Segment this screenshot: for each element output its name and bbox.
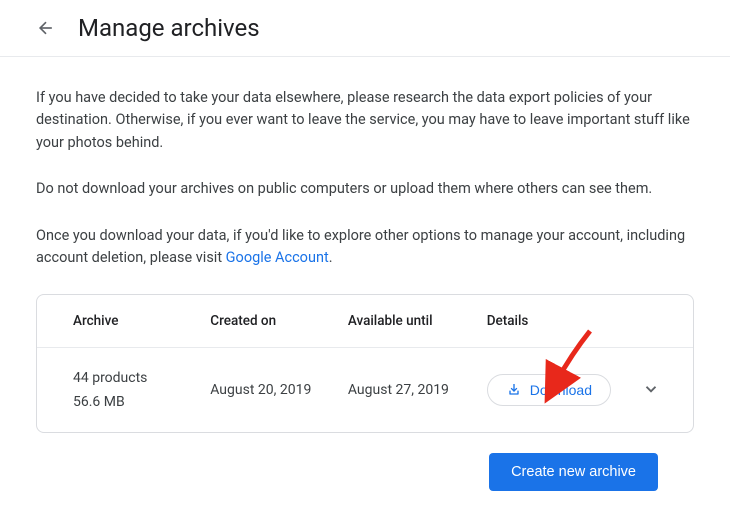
archive-created-on: August 20, 2019 [196,347,334,432]
archive-size: 56.6 MB [73,394,182,410]
col-header-available: Available until [334,295,473,348]
content-area: If you have decided to take your data el… [0,57,730,511]
col-header-created: Created on [196,295,334,348]
footer-actions: Create new archive [36,433,694,491]
chevron-down-icon [642,380,660,398]
google-account-link[interactable]: Google Account [226,249,329,266]
intro-p3-prefix: Once you download your data, if you'd li… [36,227,685,266]
back-button[interactable] [34,16,58,40]
expand-button[interactable] [639,377,663,401]
intro-paragraph-2: Do not download your archives on public … [36,178,694,200]
archive-row: 44 products 56.6 MB August 20, 2019 Augu… [37,347,693,432]
archive-cell-info: 44 products 56.6 MB [37,347,196,432]
download-label: Download [530,382,592,398]
col-header-details: Details [473,295,625,348]
intro-paragraph-1: If you have decided to take your data el… [36,87,694,154]
archive-list-box: Archive Created on Available until Detai… [36,294,694,433]
archive-details-cell: Download [473,347,625,432]
download-icon [506,382,522,398]
col-header-archive: Archive [37,295,196,348]
archive-table: Archive Created on Available until Detai… [37,295,693,432]
arrow-left-icon [36,18,56,38]
intro-paragraph-3: Once you download your data, if you'd li… [36,225,694,270]
archive-products: 44 products [73,370,182,386]
create-new-archive-button[interactable]: Create new archive [489,453,658,491]
archive-available-until: August 27, 2019 [334,347,473,432]
page-header: Manage archives [0,0,730,56]
intro-p3-suffix: . [329,249,333,266]
download-button[interactable]: Download [487,374,611,406]
page-title: Manage archives [78,14,260,42]
